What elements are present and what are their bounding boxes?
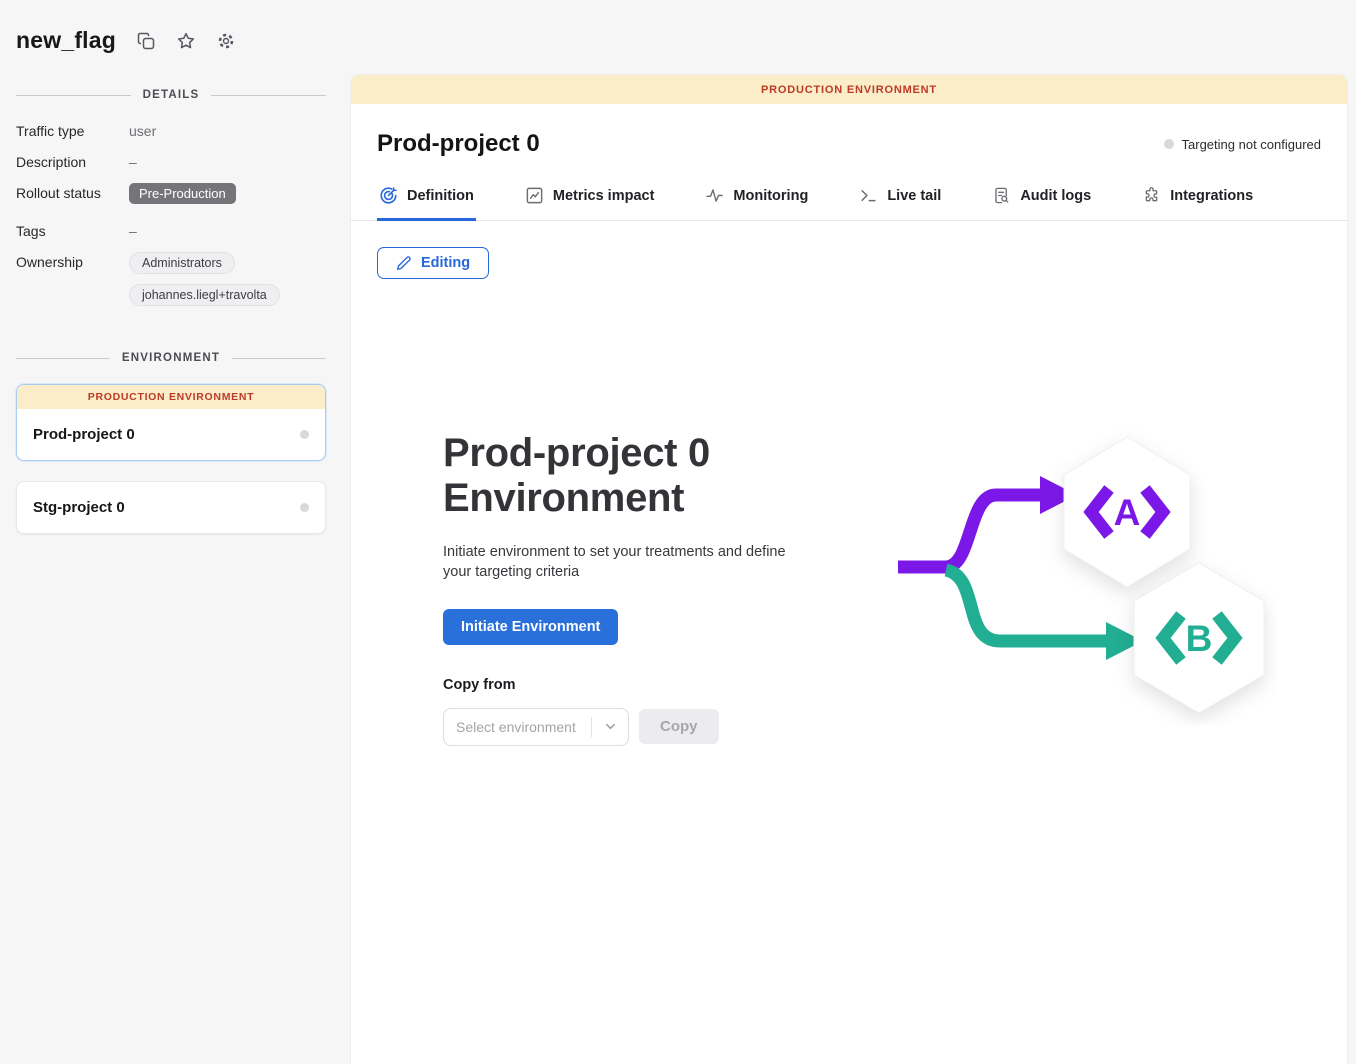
tab-integrations[interactable]: Integrations — [1140, 178, 1255, 221]
gear-icon[interactable] — [216, 31, 236, 51]
ab-treatments-illustration: A B — [896, 425, 1276, 730]
empty-title-line2: Environment — [443, 476, 684, 520]
copy-icon[interactable] — [136, 31, 156, 51]
detail-row-rollout-status: Rollout status Pre-Production — [16, 183, 326, 204]
details-heading-label: DETAILS — [143, 89, 200, 101]
tab-monitoring[interactable]: Monitoring — [703, 178, 810, 221]
targeting-status: Targeting not configured — [1164, 137, 1321, 152]
targeting-status-dot — [1164, 139, 1174, 149]
detail-row-tags: Tags – — [16, 221, 326, 239]
detail-row-traffic-type: Traffic type user — [16, 121, 326, 139]
owner-pill[interactable]: johannes.liegl+travolta — [129, 284, 280, 306]
env-card-prod[interactable]: PRODUCTION ENVIRONMENT Prod-project 0 — [16, 384, 326, 461]
editing-button-label: Editing — [421, 255, 470, 271]
environment-section-heading: ENVIRONMENT — [16, 352, 326, 364]
treatment-b-arrow — [946, 570, 1143, 660]
star-icon[interactable] — [176, 31, 196, 51]
env-status-dot — [300, 430, 309, 439]
details-section-heading: DETAILS — [16, 89, 326, 101]
tab-definition[interactable]: Definition — [377, 178, 476, 221]
tags-label: Tags — [16, 221, 129, 239]
flag-name: new_flag — [16, 27, 116, 54]
treatment-b-hexagon: B — [1134, 563, 1264, 713]
env-card-stg-name: Stg-project 0 — [33, 499, 125, 516]
initiate-environment-button[interactable]: Initiate Environment — [443, 609, 618, 645]
environment-heading-label: ENVIRONMENT — [122, 352, 220, 364]
tab-metrics-impact-label: Metrics impact — [553, 188, 655, 204]
tags-value: – — [129, 221, 137, 239]
traffic-type-value: user — [129, 121, 156, 139]
detail-row-ownership: Ownership Administrators johannes.liegl+… — [16, 252, 326, 306]
sidebar: DETAILS Traffic type user Description – … — [0, 75, 351, 1064]
live-tail-icon — [859, 186, 878, 205]
tab-audit-logs-label: Audit logs — [1020, 188, 1091, 204]
environment-empty-state: Prod-project 0 Environment Initiate envi… — [443, 431, 1321, 746]
tab-integrations-label: Integrations — [1170, 188, 1253, 204]
description-label: Description — [16, 152, 129, 170]
audit-logs-icon — [992, 186, 1011, 205]
editing-button[interactable]: Editing — [377, 247, 489, 279]
treatment-a-hexagon: A — [1064, 437, 1190, 587]
monitoring-icon — [705, 186, 724, 205]
empty-title-line1: Prod-project 0 — [443, 431, 710, 475]
owner-pill[interactable]: Administrators — [129, 252, 235, 274]
integrations-icon — [1142, 186, 1161, 205]
copy-from-label: Copy from — [443, 677, 818, 693]
production-environment-banner: PRODUCTION ENVIRONMENT — [351, 75, 1347, 104]
detail-row-description: Description – — [16, 152, 326, 170]
tab-monitoring-label: Monitoring — [733, 188, 808, 204]
chevron-down-icon — [592, 719, 628, 734]
select-environment-dropdown[interactable]: Select environment — [443, 708, 629, 746]
env-card-prod-name: Prod-project 0 — [33, 426, 135, 443]
traffic-type-label: Traffic type — [16, 121, 129, 139]
description-value: – — [129, 152, 137, 170]
environment-panel: PRODUCTION ENVIRONMENT Prod-project 0 Ta… — [351, 75, 1347, 1064]
tab-live-tail[interactable]: Live tail — [857, 178, 943, 221]
definition-icon — [379, 186, 398, 205]
targeting-status-label: Targeting not configured — [1182, 137, 1321, 152]
env-card-stg[interactable]: Stg-project 0 — [16, 481, 326, 534]
empty-state-description: Initiate environment to set your treatme… — [443, 543, 803, 582]
tab-definition-label: Definition — [407, 188, 474, 204]
treatment-a-label: A — [1114, 492, 1141, 533]
copy-button[interactable]: Copy — [639, 709, 719, 744]
metrics-impact-icon — [525, 186, 544, 205]
flag-header: new_flag — [0, 0, 1356, 75]
env-card-prod-banner: PRODUCTION ENVIRONMENT — [17, 385, 325, 409]
tab-live-tail-label: Live tail — [887, 188, 941, 204]
treatment-b-label: B — [1186, 618, 1213, 659]
ownership-label: Ownership — [16, 252, 129, 270]
rollout-status-badge[interactable]: Pre-Production — [129, 183, 236, 204]
env-status-dot — [300, 503, 309, 512]
tabs-row: Definition Metrics impact Monitoring — [351, 178, 1347, 221]
environment-title: Prod-project 0 — [377, 130, 540, 158]
select-environment-placeholder: Select environment — [444, 719, 591, 735]
tab-audit-logs[interactable]: Audit logs — [990, 178, 1093, 221]
rollout-status-label: Rollout status — [16, 183, 129, 201]
treatment-a-arrow — [898, 476, 1077, 567]
tab-metrics-impact[interactable]: Metrics impact — [523, 178, 657, 221]
pencil-icon — [396, 255, 412, 271]
empty-state-title: Prod-project 0 Environment — [443, 431, 818, 521]
